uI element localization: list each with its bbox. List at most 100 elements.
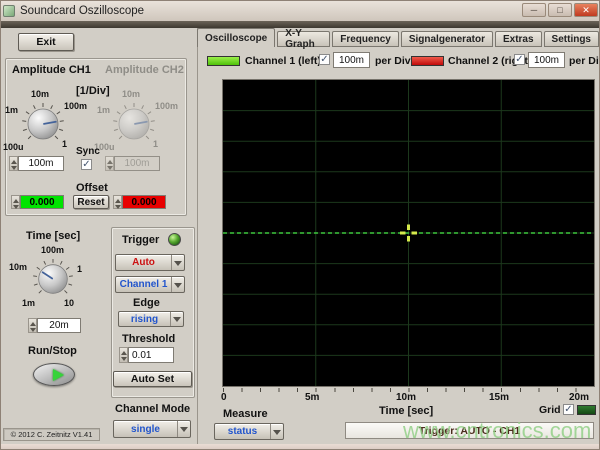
trigger-source-value: Channel 1 bbox=[116, 277, 171, 292]
ch1-scale-100m: 100m bbox=[64, 101, 87, 111]
ch2-color-swatch[interactable] bbox=[411, 56, 444, 66]
app-icon bbox=[3, 5, 15, 17]
close-button[interactable]: ✕ bbox=[574, 3, 598, 17]
titlebar-shadow bbox=[1, 21, 600, 28]
exit-button[interactable]: Exit bbox=[18, 33, 74, 51]
trigger-source-dropdown[interactable]: Channel 1 bbox=[115, 276, 185, 293]
ch2-scale-100m: 100m bbox=[155, 101, 178, 111]
time-scale-100m: 100m bbox=[41, 245, 64, 255]
ch1-scale-1m: 1m bbox=[5, 105, 18, 115]
x-tick-20m: 20m bbox=[569, 392, 589, 403]
spinner-arrows-icon[interactable] bbox=[119, 347, 128, 363]
x-tick-0: 0 bbox=[221, 392, 227, 403]
offset-ch2-value[interactable]: 0.000 bbox=[122, 195, 166, 209]
maximize-button[interactable]: □ bbox=[548, 3, 572, 17]
ch2-amplitude-spinner bbox=[105, 156, 160, 171]
channel-mode-dropdown[interactable]: single bbox=[113, 420, 191, 438]
tab-strip: Oscilloscope X-Y Graph Frequency Signalg… bbox=[197, 28, 600, 47]
x-tick-10m: 10m bbox=[396, 392, 416, 403]
tab-xy-graph[interactable]: X-Y Graph bbox=[277, 31, 330, 47]
spinner-arrows-icon[interactable] bbox=[28, 318, 37, 333]
time-knob[interactable] bbox=[32, 258, 74, 300]
app-window: Soundcard Oszilloscope ─ □ ✕ Exit Amplit… bbox=[0, 0, 600, 450]
sync-checkbox[interactable] bbox=[81, 159, 92, 170]
trigger-mode-dropdown[interactable]: Auto bbox=[115, 254, 185, 271]
threshold-value[interactable] bbox=[128, 347, 174, 363]
offset-label: Offset bbox=[76, 182, 108, 194]
ch1-label: Channel 1 (left) bbox=[245, 55, 321, 67]
run-stop-button[interactable] bbox=[33, 363, 75, 386]
trigger-led bbox=[168, 233, 181, 246]
spinner-arrows-icon bbox=[105, 156, 114, 171]
ch1-amplitude-spinner[interactable] bbox=[9, 156, 64, 171]
time-scale-1: 1 bbox=[77, 264, 82, 274]
edge-dropdown[interactable]: rising bbox=[118, 311, 184, 327]
threshold-label: Threshold bbox=[122, 333, 175, 345]
trigger-mode-value: Auto bbox=[116, 255, 171, 270]
edge-label: Edge bbox=[133, 297, 160, 309]
channel-mode-value: single bbox=[114, 421, 177, 437]
tab-oscilloscope[interactable]: Oscilloscope bbox=[197, 28, 275, 47]
tab-extras[interactable]: Extras bbox=[495, 31, 542, 47]
time-scale-10m: 10m bbox=[9, 262, 27, 272]
grid-label: Grid bbox=[539, 404, 561, 416]
spinner-arrows-icon[interactable] bbox=[11, 195, 20, 209]
ch1-amplitude-value[interactable] bbox=[18, 156, 64, 171]
offset-ch2-spinner[interactable]: 0.000 bbox=[113, 195, 166, 209]
x-tick-15m: 15m bbox=[489, 392, 509, 403]
ch1-scale-input[interactable] bbox=[333, 52, 370, 68]
time-value[interactable] bbox=[37, 318, 81, 333]
window-title: Soundcard Oszilloscope bbox=[20, 5, 144, 17]
chevron-down-icon bbox=[170, 312, 183, 326]
ch1-enable-checkbox[interactable] bbox=[319, 54, 330, 65]
ch2-scale-input[interactable] bbox=[528, 52, 565, 68]
measure-dropdown[interactable]: status bbox=[214, 423, 284, 440]
scope-grid bbox=[223, 80, 594, 386]
ch2-scale-1m: 1m bbox=[97, 105, 110, 115]
chevron-down-icon bbox=[171, 255, 184, 270]
grid-checkbox[interactable] bbox=[563, 404, 574, 415]
spinner-arrows-icon[interactable] bbox=[113, 195, 122, 209]
threshold-spinner[interactable] bbox=[119, 347, 174, 363]
minimize-button[interactable]: ─ bbox=[522, 3, 546, 17]
grid-color-swatch[interactable] bbox=[577, 405, 596, 415]
ch2-scale-10m: 10m bbox=[122, 89, 140, 99]
tab-signalgenerator[interactable]: Signalgenerator bbox=[401, 31, 493, 47]
ch1-scale-10m: 10m bbox=[31, 89, 49, 99]
edge-value: rising bbox=[119, 312, 170, 326]
window-bottom-edge bbox=[1, 444, 600, 450]
ch2-enable-checkbox[interactable] bbox=[514, 54, 525, 65]
chevron-down-icon bbox=[270, 424, 283, 439]
amplitude-unit-label: [1/Div] bbox=[76, 85, 110, 97]
chevron-down-icon bbox=[177, 421, 190, 437]
offset-reset-button[interactable]: Reset bbox=[73, 195, 109, 209]
offset-ch1-value[interactable]: 0.000 bbox=[20, 195, 64, 209]
ch2-per-div-label: per Div bbox=[569, 55, 600, 67]
x-tick-5m: 5m bbox=[305, 392, 319, 403]
tab-settings[interactable]: Settings bbox=[544, 31, 599, 47]
ch1-color-swatch[interactable] bbox=[207, 56, 240, 66]
offset-ch1-spinner[interactable]: 0.000 bbox=[11, 195, 64, 209]
time-title: Time [sec] bbox=[26, 230, 80, 242]
trigger-title: Trigger bbox=[122, 234, 159, 246]
x-axis-label: Time [sec] bbox=[379, 405, 433, 417]
tab-frequency[interactable]: Frequency bbox=[332, 31, 399, 47]
title-bar[interactable]: Soundcard Oszilloscope ─ □ ✕ bbox=[1, 1, 600, 21]
copyright-bar: © 2012 C. Zeitnitz V1.41 bbox=[3, 428, 100, 441]
run-stop-label: Run/Stop bbox=[28, 345, 77, 357]
amplitude-ch1-title: Amplitude CH1 bbox=[12, 64, 91, 76]
chevron-down-icon bbox=[171, 277, 184, 292]
amplitude-ch1-knob[interactable] bbox=[21, 102, 65, 146]
scope-display[interactable] bbox=[223, 80, 594, 386]
spinner-arrows-icon[interactable] bbox=[9, 156, 18, 171]
auto-set-button[interactable]: Auto Set bbox=[113, 371, 192, 387]
sync-label: Sync bbox=[76, 146, 100, 157]
measure-value: status bbox=[215, 424, 270, 439]
watermark: www.cntronics.com bbox=[403, 418, 591, 444]
ch2-amplitude-value bbox=[114, 156, 160, 171]
channel-mode-label: Channel Mode bbox=[115, 403, 190, 415]
play-icon bbox=[53, 369, 64, 381]
time-spinner[interactable] bbox=[28, 318, 81, 333]
measure-label: Measure bbox=[223, 408, 268, 420]
amplitude-ch2-knob bbox=[112, 102, 156, 146]
